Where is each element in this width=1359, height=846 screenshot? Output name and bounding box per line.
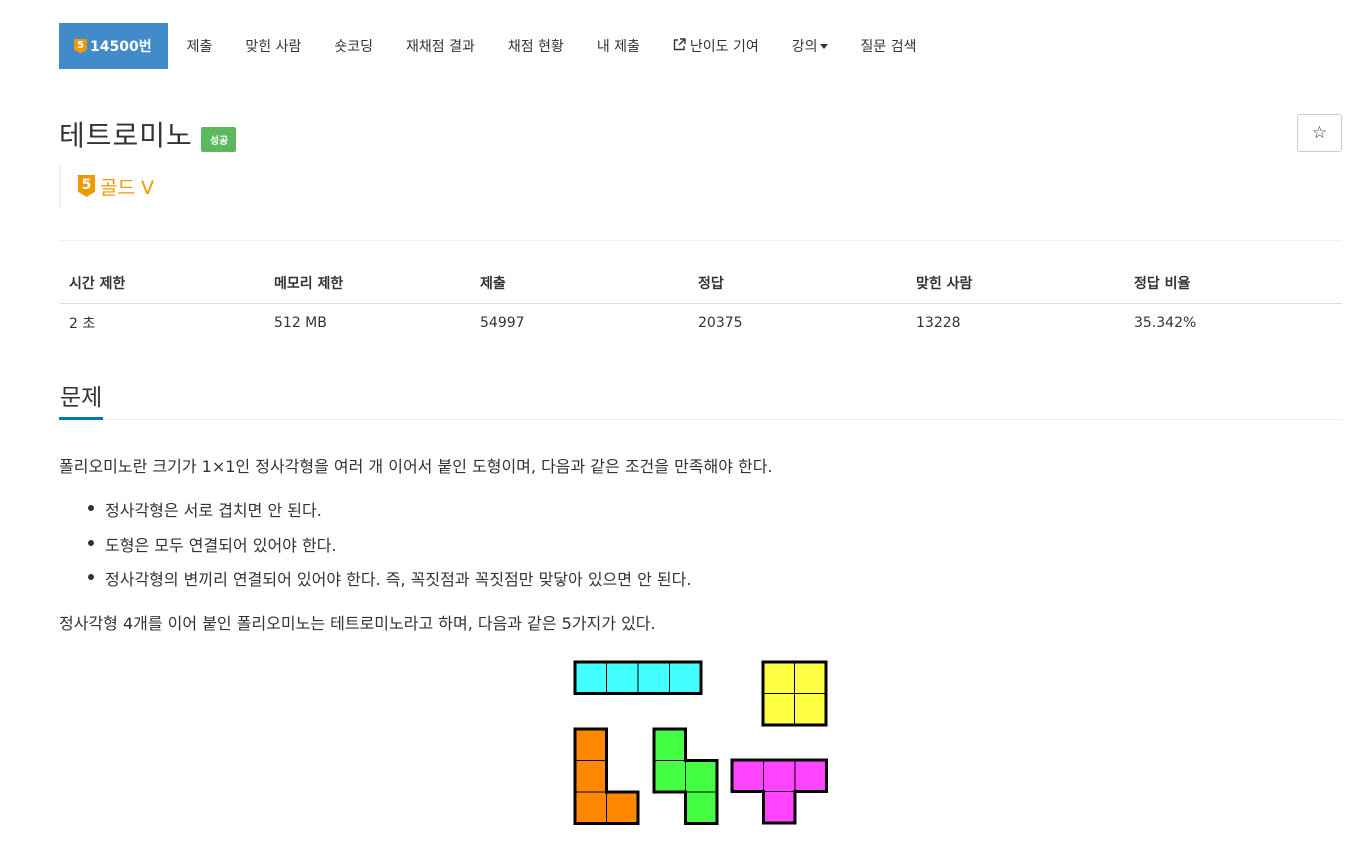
- star-icon: ☆: [1311, 123, 1328, 143]
- nav-problem-number-label: 14500번: [90, 39, 152, 55]
- list-item: 정사각형의 변끼리 연결되어 있어야 한다. 즉, 꼭짓점과 꼭짓점만 맞닿아 …: [59, 566, 691, 601]
- cell-solved-users: 13228: [916, 315, 961, 332]
- nav-question-search[interactable]: 질문 검색: [846, 23, 932, 69]
- divider: [59, 240, 1342, 241]
- tier-icon: 5: [74, 38, 87, 54]
- tetromino-cell: [685, 760, 718, 793]
- tetromino-cell: [731, 759, 764, 792]
- tetromino-l-shape: [573, 727, 640, 825]
- header-memory-limit: 메모리 제한: [264, 264, 470, 304]
- header-submissions: 제출: [470, 264, 688, 304]
- nav-status[interactable]: 채점 현황: [493, 23, 579, 69]
- external-link-icon: [673, 37, 686, 55]
- problem-description-intro: 폴리오미노란 크기가 1×1인 정사각형을 여러 개 이어서 붙인 도형이며, …: [59, 457, 773, 476]
- tetromino-cell: [762, 661, 795, 694]
- tetromino-i-shape: [573, 660, 703, 695]
- nav-solved-users-label: 맞힌 사람: [245, 39, 302, 55]
- tetromino-s-shape: [652, 727, 719, 825]
- nav-short-coding[interactable]: 숏코딩: [319, 23, 388, 69]
- problem-menu: 5 14500번 제출 맞힌 사람 숏코딩 재채점 결과 채점 현황 내 제출 …: [59, 23, 935, 69]
- tetromino-t-shape: [730, 758, 828, 825]
- status-badge: 성공: [200, 126, 237, 152]
- nav-rejudge-label: 재채점 결과: [405, 39, 475, 55]
- favorite-star-button[interactable]: ☆: [1297, 114, 1342, 152]
- nav-solved-users[interactable]: 맞힌 사람: [230, 23, 316, 69]
- list-item: 도형은 모두 연결되어 있어야 한다.: [59, 532, 691, 567]
- section-header: 문제: [59, 378, 1342, 420]
- cell-submissions: 54997: [480, 315, 525, 332]
- nav-lectures-label: 강의: [791, 39, 818, 55]
- tetromino-cell: [762, 693, 795, 726]
- problem-tier: 5 골드 V: [59, 165, 154, 207]
- problem-info-table: 시간 제한 메모리 제한 제출 정답 맞힌 사람 정답 비율 2 초 512 M…: [59, 264, 1342, 343]
- list-item: 정사각형은 서로 겹치면 안 된다.: [59, 497, 691, 532]
- header-accepted: 정답: [688, 264, 906, 304]
- tetromino-cell: [637, 661, 670, 694]
- tier-icon: 5: [78, 175, 95, 197]
- tetromino-cell: [763, 791, 796, 824]
- table-header-row: 시간 제한 메모리 제한 제출 정답 맞힌 사람 정답 비율: [59, 264, 1342, 304]
- tetromino-cell: [685, 791, 718, 824]
- tetromino-cell: [763, 759, 796, 792]
- cell-memory-limit: 512 MB: [274, 315, 327, 332]
- tier-name[interactable]: 골드 V: [100, 173, 154, 200]
- nav-submit-label: 제출: [186, 39, 213, 55]
- caret-down-icon: [819, 43, 828, 49]
- tetromino-cell: [574, 791, 607, 824]
- nav-lectures-dropdown[interactable]: 강의: [777, 23, 843, 69]
- nav-status-label: 채점 현황: [507, 39, 564, 55]
- tetromino-o-shape: [761, 660, 828, 727]
- nav-short-coding-label: 숏코딩: [334, 39, 373, 55]
- cell-accepted: 20375: [698, 315, 743, 332]
- tetromino-cell: [794, 661, 827, 694]
- nav-difficulty-contribution[interactable]: 난이도 기여: [658, 23, 774, 69]
- tetromino-cell: [653, 728, 686, 761]
- problem-title-row: 테트로미노 성공: [59, 114, 237, 154]
- tetromino-intro: 정사각형 4개를 이어 붙인 폴리오미노는 테트로미노라고 하며, 다음과 같은…: [59, 614, 656, 633]
- nav-difficulty-contribution-label: 난이도 기여: [689, 39, 759, 55]
- tetromino-cell: [669, 661, 702, 694]
- header-time-limit: 시간 제한: [59, 264, 264, 304]
- nav-my-submissions[interactable]: 내 제출: [582, 23, 655, 69]
- header-accept-ratio: 정답 비율: [1124, 264, 1342, 304]
- tetromino-cell: [574, 661, 607, 694]
- nav-rejudge[interactable]: 재채점 결과: [391, 23, 490, 69]
- cell-accept-ratio: 35.342%: [1134, 315, 1197, 332]
- tetromino-cell: [794, 759, 827, 792]
- cell-time-limit: 2 초: [69, 316, 96, 333]
- problem-title: 테트로미노: [59, 119, 193, 152]
- tetromino-cell: [606, 791, 639, 824]
- nav-my-submissions-label: 내 제출: [596, 39, 640, 55]
- header-solved-users: 맞힌 사람: [906, 264, 1124, 304]
- tetromino-cell: [653, 760, 686, 793]
- table-row: 2 초 512 MB 54997 20375 13228 35.342%: [59, 303, 1342, 343]
- tetromino-cell: [574, 728, 607, 761]
- tetromino-cell: [606, 661, 639, 694]
- tetromino-cell: [794, 693, 827, 726]
- nav-question-search-label: 질문 검색: [860, 39, 917, 55]
- nav-submit[interactable]: 제출: [172, 23, 228, 69]
- nav-problem-number[interactable]: 5 14500번: [59, 23, 168, 69]
- tetromino-figure: [573, 660, 828, 825]
- condition-list: 정사각형은 서로 겹치면 안 된다. 도형은 모두 연결되어 있어야 한다. 정…: [59, 497, 691, 601]
- section-title: 문제: [59, 378, 104, 420]
- tetromino-cell: [574, 760, 607, 793]
